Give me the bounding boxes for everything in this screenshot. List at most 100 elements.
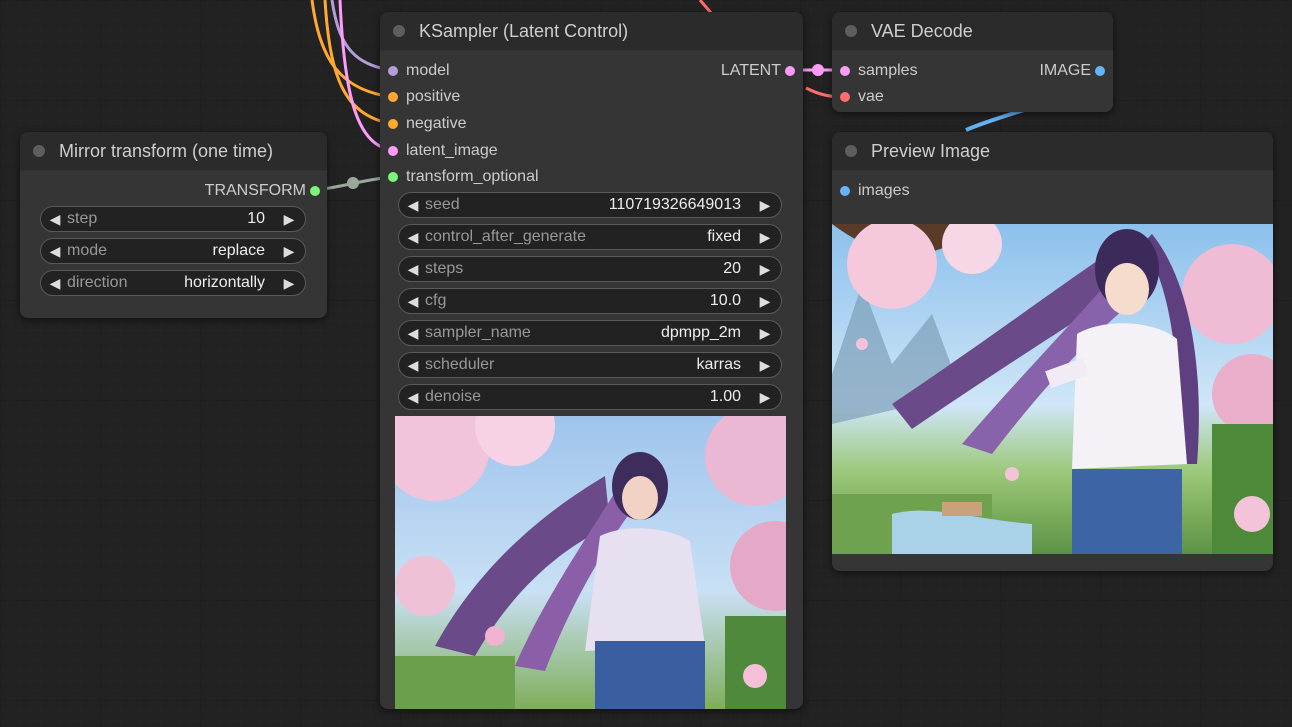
widget-name: direction: [67, 274, 128, 291]
input-slot-label: images: [858, 182, 910, 199]
mirror-transform-node[interactable]: Mirror transform (one time) TRANSFORM ◀ …: [20, 132, 327, 318]
input-slot-vae[interactable]: vae: [840, 87, 884, 107]
widget-mode[interactable]: ◀ mode replace ▶: [40, 238, 306, 264]
decrement-arrow-icon[interactable]: ◀: [403, 197, 423, 214]
increment-arrow-icon[interactable]: ▶: [279, 275, 299, 292]
decrement-arrow-icon[interactable]: ◀: [403, 325, 423, 342]
link-transform-midpoint: [347, 177, 359, 189]
widget-name: scheduler: [425, 356, 495, 373]
widget-scheduler[interactable]: ◀ scheduler karras ▶: [398, 352, 782, 378]
input-slot-dot-icon[interactable]: [388, 146, 398, 156]
link-images: [965, 108, 1025, 132]
preview-output-illustration: [832, 224, 1273, 554]
node-collapse-dot-icon[interactable]: [33, 145, 45, 157]
node-collapse-dot-icon[interactable]: [845, 25, 857, 37]
widget-value[interactable]: 110719326649013: [460, 196, 755, 214]
mirror-node-title: Mirror transform (one time): [59, 140, 274, 161]
widget-seed[interactable]: ◀ seed 110719326649013 ▶: [398, 192, 782, 218]
increment-arrow-icon[interactable]: ▶: [755, 357, 775, 374]
widget-value[interactable]: karras: [494, 356, 755, 374]
widget-denoise[interactable]: ◀ denoise 1.00 ▶: [398, 384, 782, 410]
input-slot-dot-icon[interactable]: [388, 172, 398, 182]
widget-name: sampler_name: [425, 324, 531, 341]
decrement-arrow-icon[interactable]: ◀: [45, 275, 65, 292]
widget-name: denoise: [425, 388, 482, 405]
increment-arrow-icon[interactable]: ▶: [755, 293, 775, 310]
widget-value[interactable]: 1.00: [481, 388, 755, 406]
node-collapse-dot-icon[interactable]: [845, 145, 857, 157]
output-slot-transform-label: TRANSFORM: [204, 182, 306, 199]
widget-value[interactable]: replace: [107, 242, 279, 260]
widget-name: step: [67, 210, 98, 227]
widget-direction[interactable]: ◀ direction horizontally ▶: [40, 270, 306, 296]
increment-arrow-icon[interactable]: ▶: [755, 389, 775, 406]
ksampler-node[interactable]: KSampler (Latent Control) model positive…: [380, 12, 803, 709]
widget-value[interactable]: dpmpp_2m: [531, 324, 755, 342]
vae-decode-title-bar[interactable]: VAE Decode: [832, 12, 1113, 51]
input-slot-label: negative: [406, 115, 467, 132]
decrement-arrow-icon[interactable]: ◀: [403, 357, 423, 374]
input-slot-dot-icon[interactable]: [388, 66, 398, 76]
decrement-arrow-icon[interactable]: ◀: [45, 243, 65, 260]
increment-arrow-icon[interactable]: ▶: [755, 325, 775, 342]
input-slot-label: transform_optional: [406, 168, 539, 185]
input-slot-dot-icon[interactable]: [840, 66, 850, 76]
input-slot-label: latent_image: [406, 142, 498, 159]
input-slot-label: positive: [406, 88, 461, 105]
latent-preview-image: [395, 416, 786, 709]
preview-image-title-bar[interactable]: Preview Image: [832, 132, 1273, 171]
widget-name: cfg: [425, 292, 447, 309]
decrement-arrow-icon[interactable]: ◀: [403, 229, 423, 246]
ksampler-node-title-bar[interactable]: KSampler (Latent Control): [380, 12, 803, 51]
input-slot-label: samples: [858, 62, 918, 79]
output-slot-image[interactable]: IMAGE: [1039, 61, 1105, 81]
widget-value[interactable]: 10.0: [446, 292, 755, 310]
input-slot-dot-icon[interactable]: [388, 119, 398, 129]
input-slot-negative[interactable]: negative: [388, 114, 467, 134]
link-samples-midpoint: [812, 64, 824, 76]
output-slot-transform[interactable]: TRANSFORM: [205, 181, 320, 201]
input-slot-samples[interactable]: samples: [840, 61, 918, 81]
widget-sampler-name[interactable]: ◀ sampler_name dpmpp_2m ▶: [398, 320, 782, 346]
input-slot-dot-icon[interactable]: [840, 92, 850, 102]
widget-name: seed: [425, 196, 460, 213]
widget-value[interactable]: 20: [463, 260, 755, 278]
widget-step[interactable]: ◀ step 10 ▶: [40, 206, 306, 232]
increment-arrow-icon[interactable]: ▶: [755, 197, 775, 214]
decrement-arrow-icon[interactable]: ◀: [403, 293, 423, 310]
widget-cfg[interactable]: ◀ cfg 10.0 ▶: [398, 288, 782, 314]
input-slot-positive[interactable]: positive: [388, 87, 460, 107]
input-slot-latent-image[interactable]: latent_image: [388, 141, 498, 161]
input-slot-dot-icon[interactable]: [388, 92, 398, 102]
widget-name: control_after_generate: [425, 228, 586, 245]
output-slot-latent[interactable]: LATENT: [721, 61, 795, 81]
decrement-arrow-icon[interactable]: ◀: [403, 261, 423, 278]
increment-arrow-icon[interactable]: ▶: [755, 229, 775, 246]
mirror-node-title-bar[interactable]: Mirror transform (one time): [20, 132, 327, 171]
widget-value[interactable]: fixed: [586, 228, 755, 246]
vae-decode-node[interactable]: VAE Decode samples vae IMAGE: [832, 12, 1113, 112]
widget-name: mode: [67, 242, 108, 259]
widget-steps[interactable]: ◀ steps 20 ▶: [398, 256, 782, 282]
increment-arrow-icon[interactable]: ▶: [279, 243, 299, 260]
increment-arrow-icon[interactable]: ▶: [279, 211, 299, 228]
input-slot-images[interactable]: images: [840, 181, 910, 201]
input-slot-model[interactable]: model: [388, 61, 450, 81]
preview-image-title: Preview Image: [871, 140, 991, 161]
input-slot-dot-icon[interactable]: [840, 186, 850, 196]
widget-value[interactable]: horizontally: [127, 274, 279, 292]
output-slot-dot-icon[interactable]: [310, 186, 320, 196]
ksampler-node-title: KSampler (Latent Control): [419, 20, 629, 41]
output-slot-dot-icon[interactable]: [1095, 66, 1105, 76]
increment-arrow-icon[interactable]: ▶: [755, 261, 775, 278]
input-slot-transform-optional[interactable]: transform_optional: [388, 167, 539, 187]
preview-image-node[interactable]: Preview Image images: [832, 132, 1273, 571]
widget-control-after-generate[interactable]: ◀ control_after_generate fixed ▶: [398, 224, 782, 250]
node-collapse-dot-icon[interactable]: [393, 25, 405, 37]
latent-preview-illustration: [395, 416, 786, 709]
widget-value[interactable]: 10: [97, 210, 279, 228]
decrement-arrow-icon[interactable]: ◀: [45, 211, 65, 228]
preview-output-image: [832, 224, 1273, 554]
output-slot-dot-icon[interactable]: [785, 66, 795, 76]
decrement-arrow-icon[interactable]: ◀: [403, 389, 423, 406]
